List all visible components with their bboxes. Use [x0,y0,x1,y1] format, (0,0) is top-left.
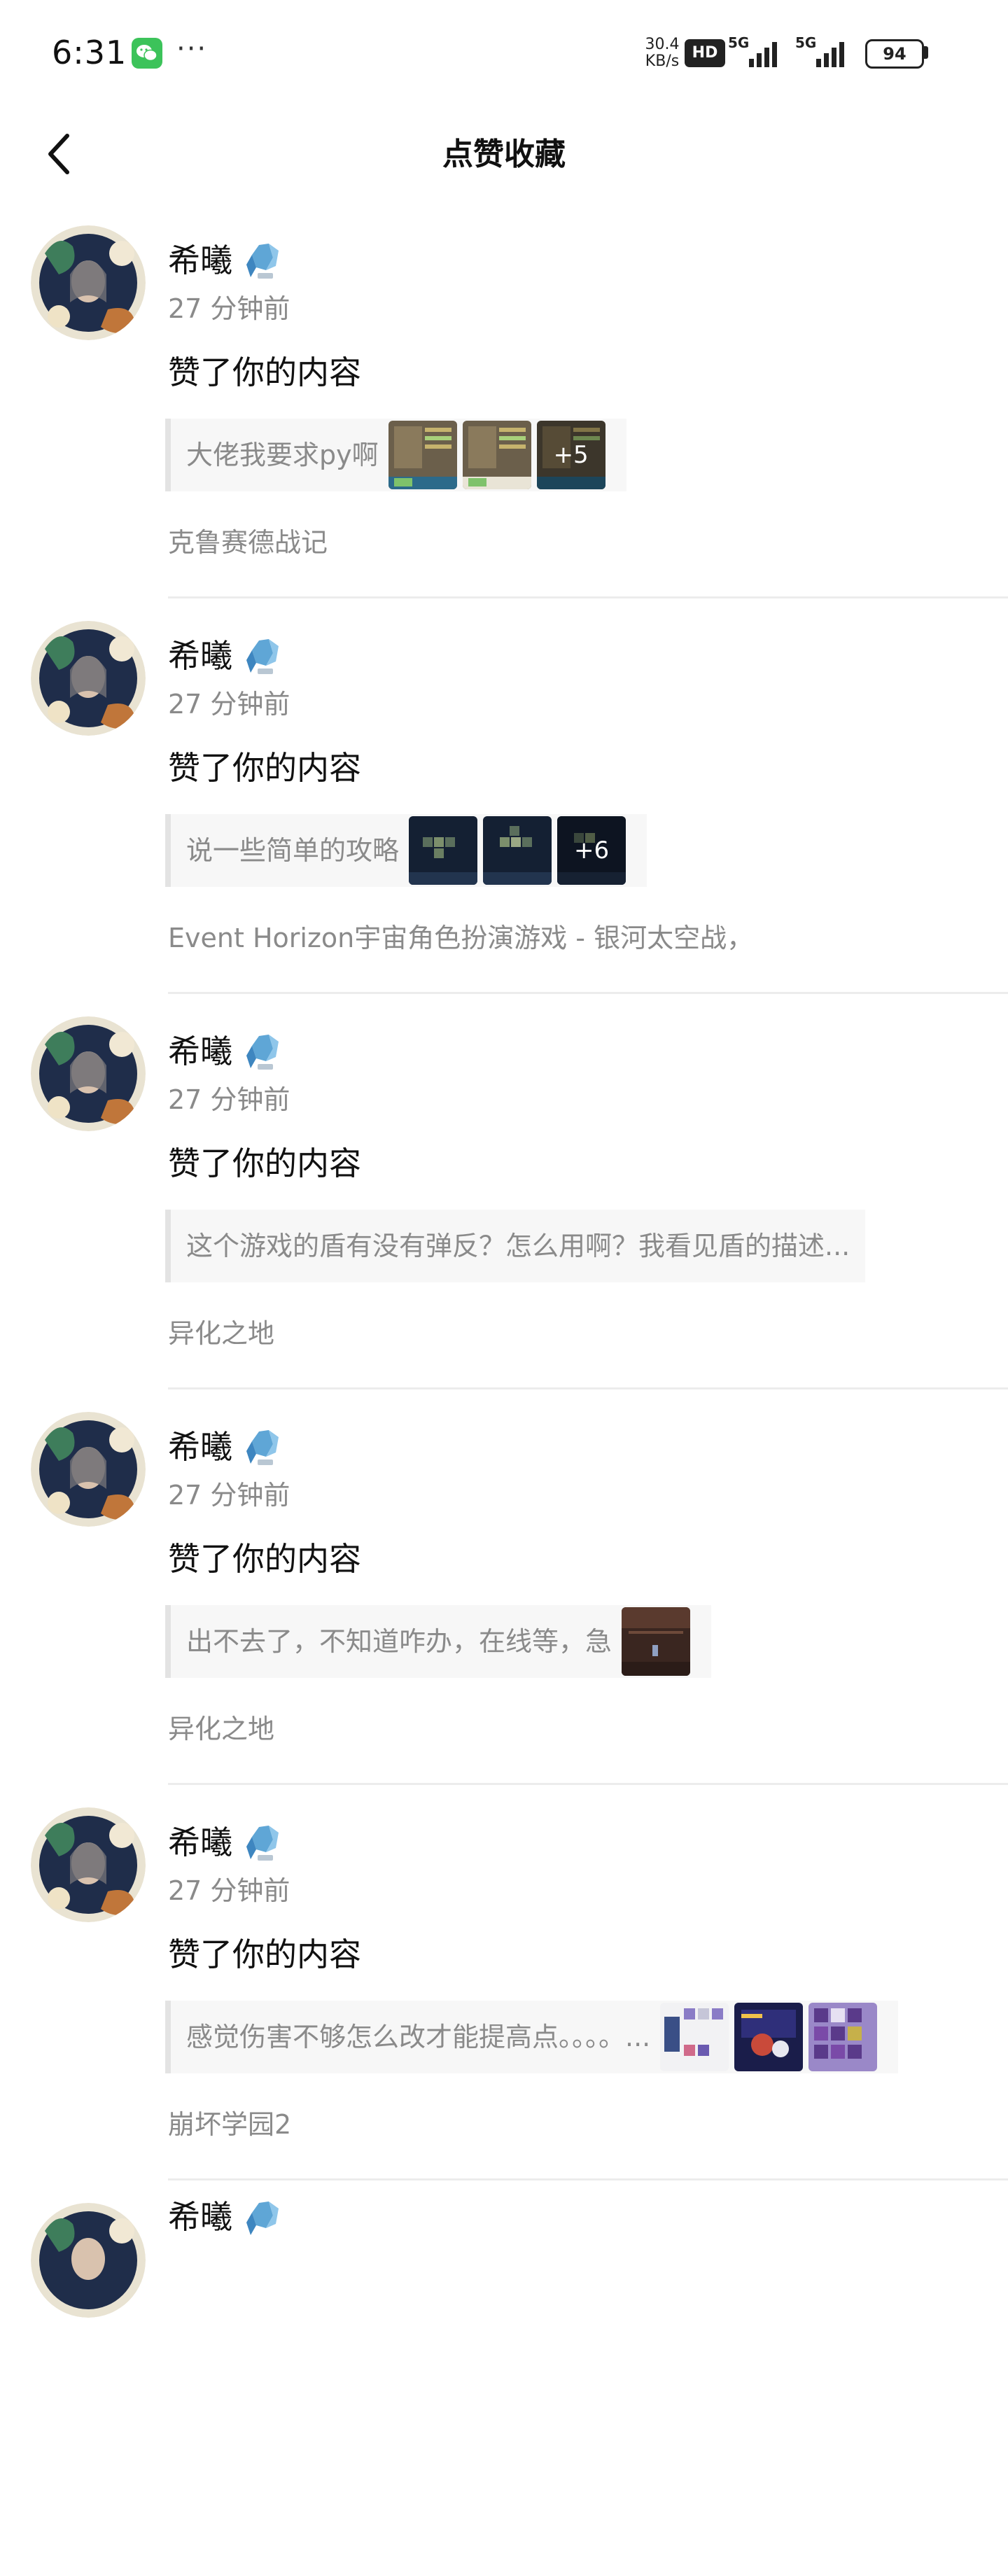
user-name[interactable]: 希曦 [168,1426,232,1468]
avatar[interactable] [31,1412,146,1527]
status-bar: 6:31 ··· 30.4 KB/s HD 5G 5G 94 [0,0,1008,105]
notification-item[interactable]: 希曦 27 分钟前 赞了你的内容 这个游戏的盾有没有弹反？怎么用啊？我看见盾的描… [0,994,1008,1390]
crystal-badge-icon [245,1429,281,1468]
avatar[interactable] [31,2203,146,2318]
game-name[interactable]: 崩坏学园2 [168,2107,291,2142]
quoted-post-text: 这个游戏的盾有没有弹反？怎么用啊？我看见盾的描述... [186,1231,850,1261]
crystal-badge-icon [245,2200,281,2239]
user-name[interactable]: 希曦 [168,635,232,677]
avatar[interactable] [31,225,146,340]
game-name[interactable]: 克鲁赛德战记 [168,525,328,560]
notification-list: 希曦 27 分钟前 赞了你的内容 大佬我要求py啊 +5 克鲁赛德战记 希曦 2… [0,203,1008,2576]
quoted-post-text: 感觉伤害不够怎么改才能提高点。。。。... [186,2022,651,2052]
game-name[interactable]: Event Horizon宇宙角色扮演游戏 - 银河太空战， [168,920,753,955]
more-images-count: +6 [557,816,626,885]
page-title: 点赞收藏 [442,136,566,172]
notification-item[interactable]: 希曦 27 分钟前 赞了你的内容 说一些简单的攻略 +6 Event Horiz… [0,598,1008,994]
quoted-post[interactable]: 出不去了，不知道咋办，在线等，急 [165,1605,712,1678]
crystal-badge-icon [245,638,281,677]
post-thumbnail[interactable] [622,1607,691,1676]
more-images-count: +5 [536,421,606,489]
action-text: 赞了你的内容 [168,354,361,391]
network-speed: 30.4 KB/s [637,36,687,70]
quoted-post[interactable]: 这个游戏的盾有没有弹反？怎么用啊？我看见盾的描述... [165,1210,866,1282]
post-thumbnail[interactable]: +5 [536,421,606,489]
signal-icon: 5G [795,35,860,70]
quoted-post-text: 出不去了，不知道咋办，在线等，急 [186,1626,612,1657]
user-name[interactable]: 希曦 [168,1030,232,1072]
user-name[interactable]: 希曦 [168,2196,232,2238]
battery-icon: 94 [865,39,924,69]
game-name[interactable]: 异化之地 [168,1316,274,1351]
wechat-icon [132,38,162,69]
post-thumbnail[interactable] [660,2003,729,2071]
action-text: 赞了你的内容 [168,1144,361,1182]
status-time: 6:31 [52,34,127,71]
network-speed-value: 30.4 [645,36,680,53]
post-thumbnail[interactable] [462,421,531,489]
action-text: 赞了你的内容 [168,1935,361,1973]
notification-item[interactable]: 希曦 27 分钟前 赞了你的内容 大佬我要求py啊 +5 克鲁赛德战记 [0,203,1008,598]
post-thumbnail[interactable] [483,816,552,885]
user-name[interactable]: 希曦 [168,1821,232,1863]
thumbnail-strip [622,1607,696,1676]
quoted-post[interactable]: 说一些简单的攻略 +6 [165,814,648,887]
thumbnail-strip: +6 [409,816,631,885]
action-text: 赞了你的内容 [168,749,361,787]
post-thumbnail[interactable]: +6 [557,816,626,885]
post-thumbnail[interactable] [388,421,457,489]
hd-voice-badge: HD [685,39,725,67]
avatar[interactable] [31,621,146,736]
notification-item[interactable]: 希曦 27 分钟前 赞了你的内容 感觉伤害不够怎么改才能提高点。。。。... 崩… [0,1785,1008,2180]
crystal-badge-icon [245,242,281,281]
timestamp: 27 分钟前 [168,1084,290,1115]
quoted-post[interactable]: 大佬我要求py啊 +5 [165,419,626,491]
battery-tip [924,46,928,59]
thumbnail-strip: +5 [388,421,611,489]
header: 点赞收藏 [0,105,1008,203]
crystal-badge-icon [245,1824,281,1863]
quoted-post[interactable]: 感觉伤害不够怎么改才能提高点。。。。... [165,2001,899,2073]
timestamp: 27 分钟前 [168,1875,290,1906]
post-thumbnail[interactable] [808,2003,878,2071]
action-text: 赞了你的内容 [168,1540,361,1578]
post-thumbnail[interactable] [409,816,478,885]
quoted-post-text: 大佬我要求py啊 [186,440,379,470]
timestamp: 27 分钟前 [168,293,290,324]
signal-icon: 5G [728,35,792,70]
timestamp: 27 分钟前 [168,689,290,720]
network-speed-unit: KB/s [645,52,680,70]
timestamp: 27 分钟前 [168,1480,290,1511]
quoted-post-text: 说一些简单的攻略 [186,835,400,866]
game-name[interactable]: 异化之地 [168,1712,274,1746]
avatar[interactable] [31,1807,146,1922]
notification-item[interactable]: 希曦 27 分钟前 赞了你的内容 出不去了，不知道咋办，在线等，急 异化之地 [0,1390,1008,1785]
thumbnail-strip [660,2003,883,2071]
avatar[interactable] [31,1016,146,1131]
post-thumbnail[interactable] [734,2003,804,2071]
more-notifications-icon: ··· [176,33,208,65]
crystal-badge-icon [245,1033,281,1072]
user-name[interactable]: 希曦 [168,239,232,281]
